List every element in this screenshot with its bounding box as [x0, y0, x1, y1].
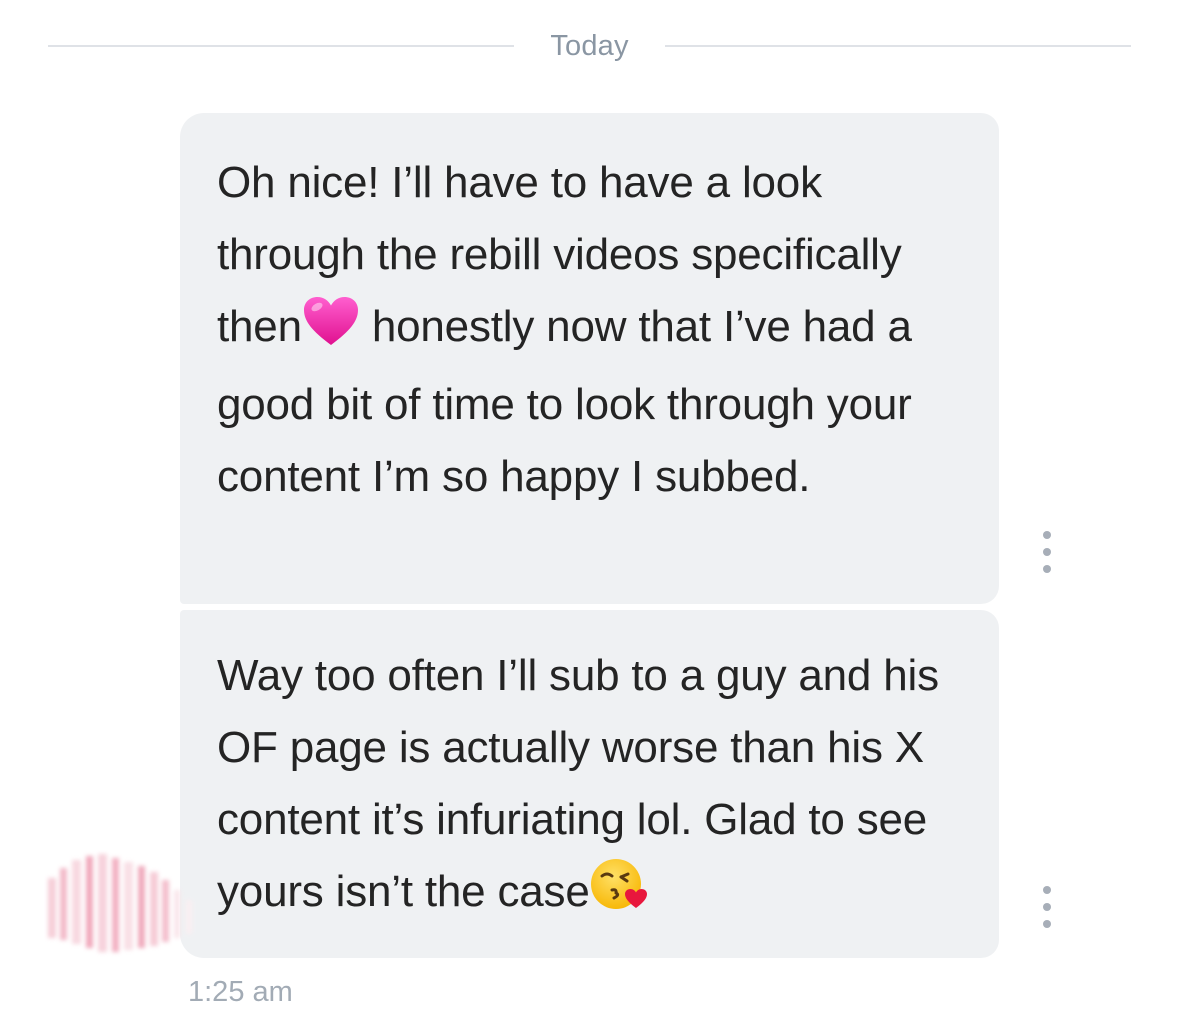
menu-dot	[1043, 531, 1051, 539]
message-text-segment: Way too often I’ll sub to a guy and his …	[217, 651, 939, 916]
menu-dot	[1043, 565, 1051, 573]
message-timestamp: 1:25 am	[188, 976, 293, 1008]
message-text: Oh nice! I’ll have to have a look throug…	[217, 147, 939, 513]
divider-line-right	[664, 45, 1132, 47]
date-divider: Today	[48, 20, 1132, 72]
message-text: Way too often I’ll sub to a guy and his …	[217, 640, 939, 934]
face-blowing-kiss-icon	[590, 856, 648, 934]
divider-line-left	[48, 45, 515, 47]
pink-heart-icon	[302, 295, 360, 369]
date-divider-label: Today	[550, 30, 629, 62]
message-options-icon[interactable]	[1034, 886, 1060, 928]
message-options-icon[interactable]	[1034, 531, 1060, 573]
menu-dot	[1043, 903, 1051, 911]
menu-dot	[1043, 548, 1051, 556]
menu-dot	[1043, 920, 1051, 928]
menu-dot	[1043, 886, 1051, 894]
message-bubble[interactable]: Oh nice! I’ll have to have a look throug…	[180, 113, 999, 604]
message-bubble[interactable]: Way too often I’ll sub to a guy and his …	[180, 610, 999, 958]
avatar[interactable]	[44, 850, 204, 960]
